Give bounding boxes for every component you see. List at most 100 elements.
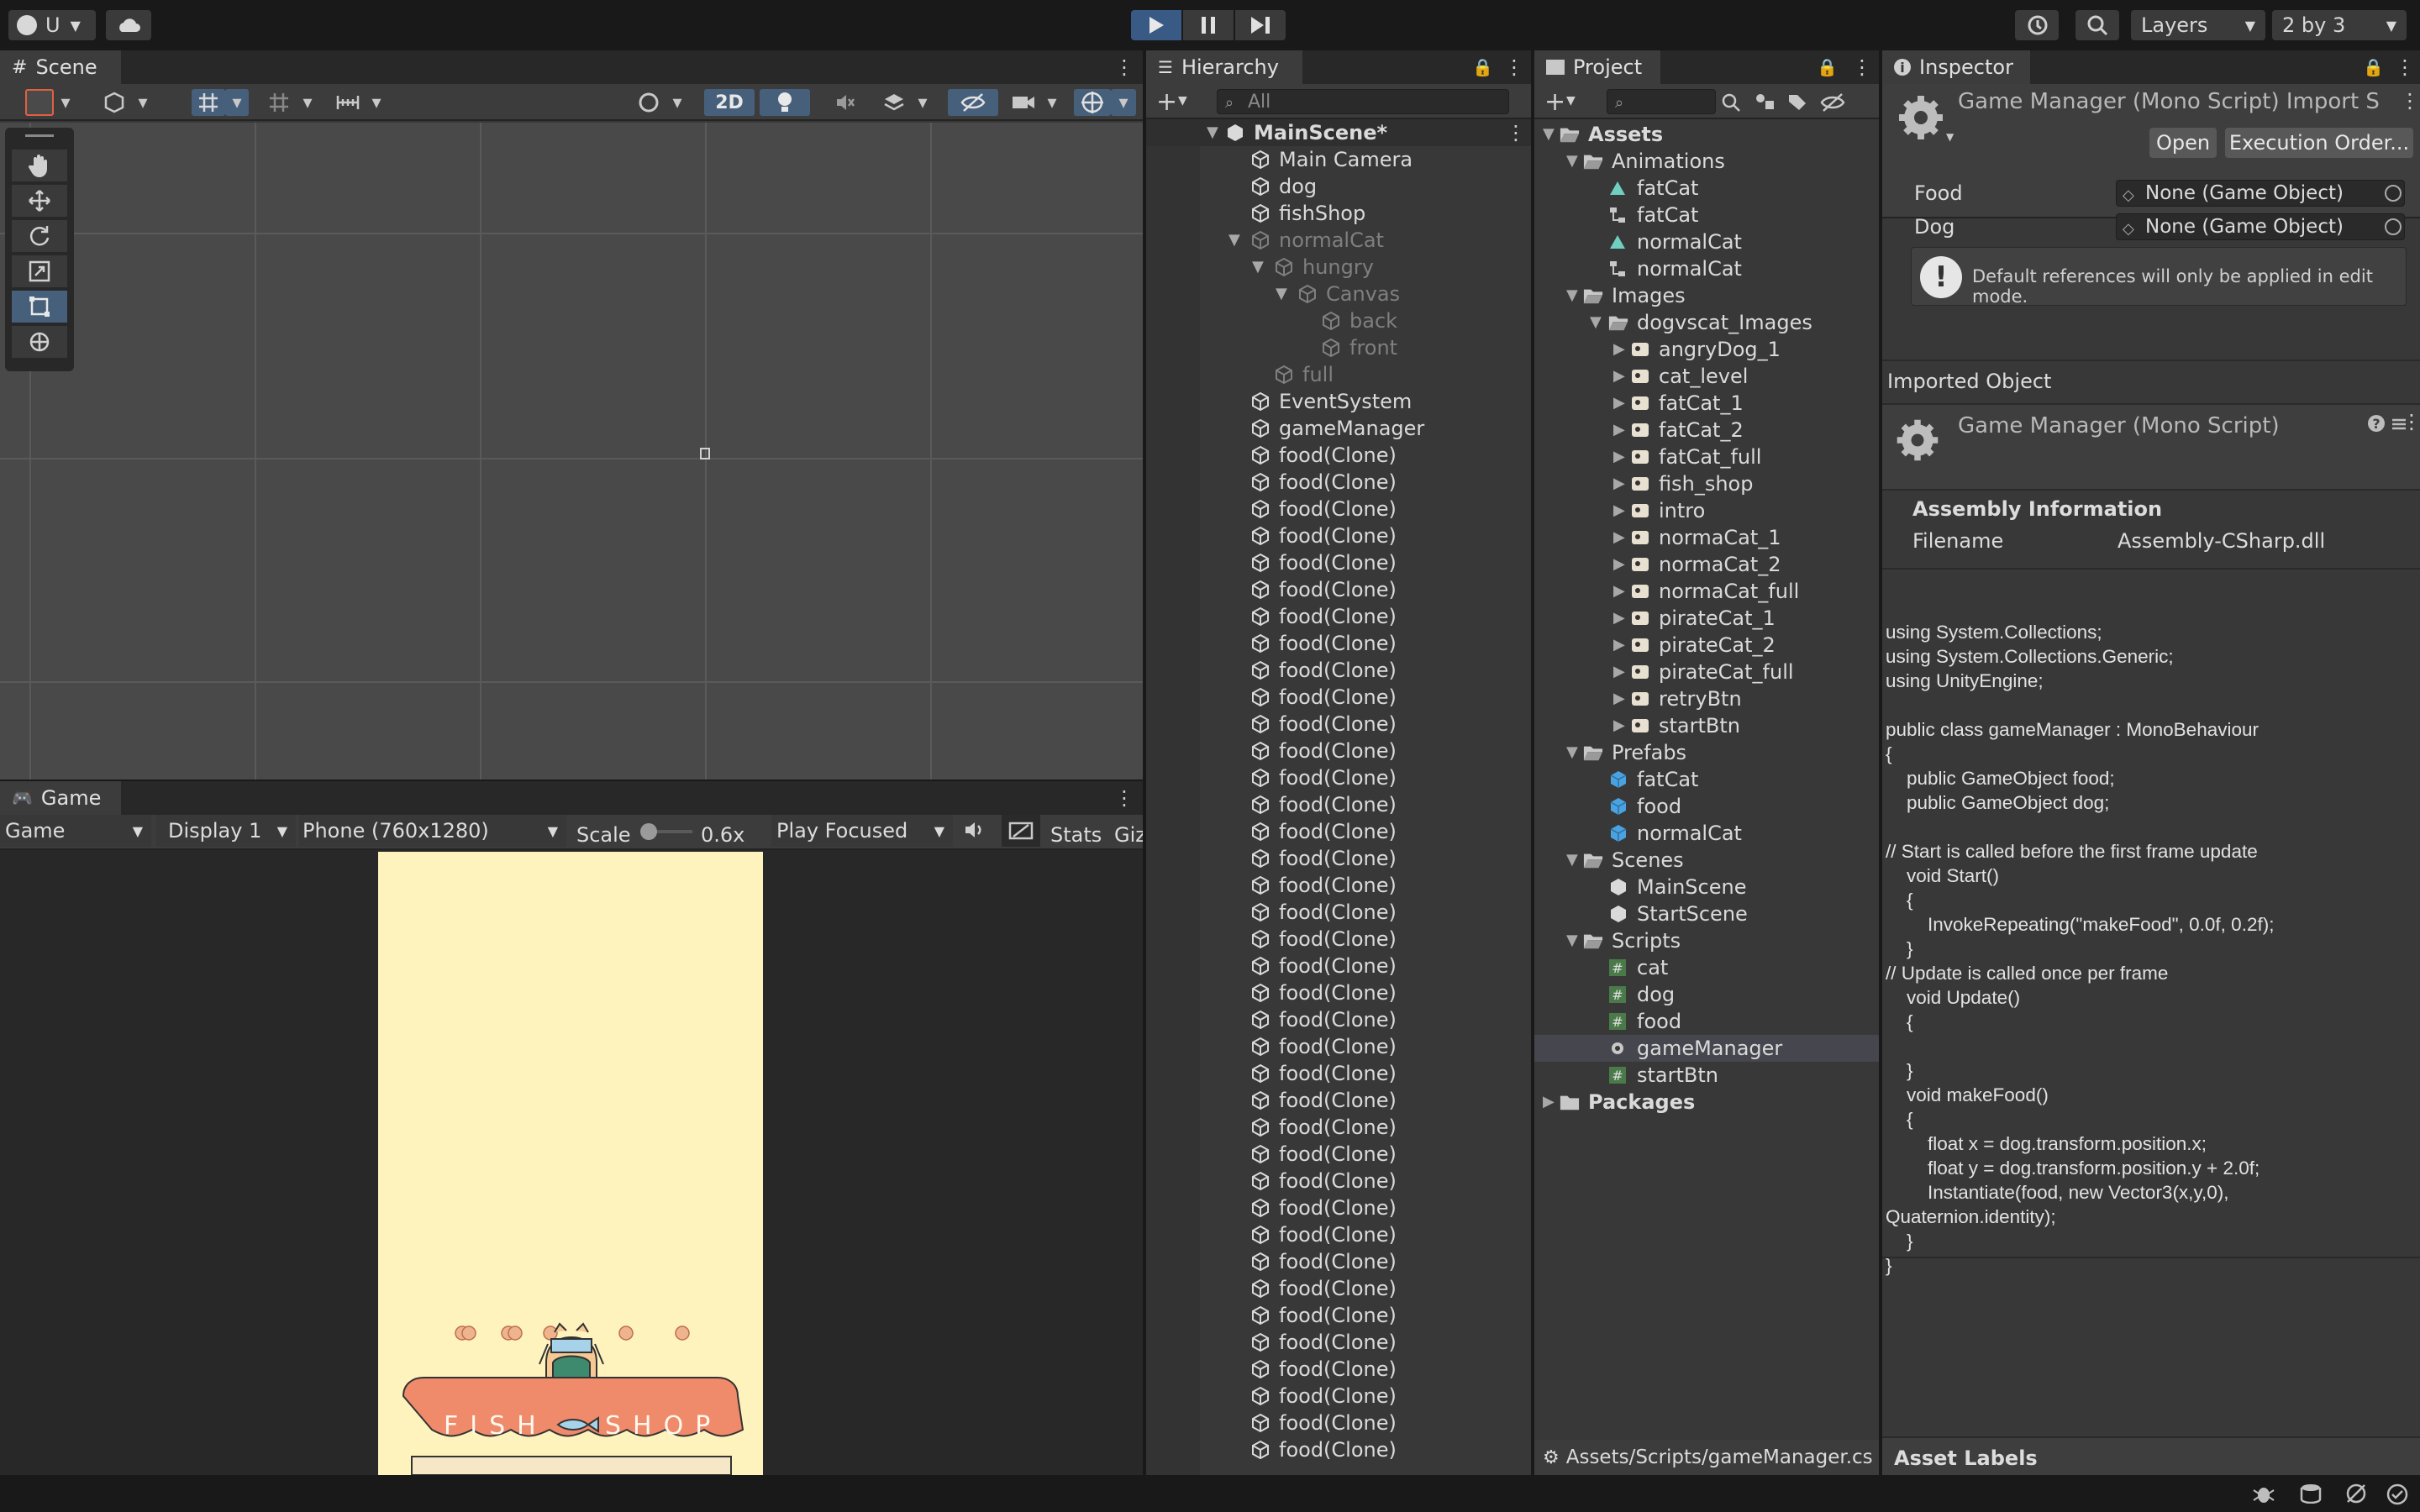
more-icon[interactable]: ⋮ [2402,412,2420,432]
chevron-down-icon[interactable]: ▾ [911,89,934,116]
hierarchy-item[interactable]: fishShop [1146,200,1531,227]
hierarchy-item[interactable]: food(Clone) [1146,764,1531,791]
hand-tool[interactable] [12,150,67,181]
hierarchy-item[interactable]: food(Clone) [1146,1060,1531,1087]
network-off-icon[interactable] [2344,1483,2368,1504]
object-picker-icon[interactable] [2385,218,2402,235]
hierarchy-search[interactable]: All [1217,89,1509,114]
layout-dropdown[interactable]: 2 by 3 ▼ [2272,10,2407,40]
hierarchy-item[interactable]: food(Clone) [1146,711,1531,738]
chevron-right-icon[interactable]: ▶ [1613,503,1627,518]
effects-icon[interactable] [877,89,911,116]
hierarchy-item[interactable]: food(Clone) [1146,1194,1531,1221]
hierarchy-item[interactable]: ▼ hungry [1146,254,1531,281]
tab-hierarchy[interactable]: ☰ Hierarchy [1146,50,1302,84]
more-icon[interactable]: ⋮ [1504,57,1524,77]
audio-mute-icon[interactable] [827,89,864,116]
chevron-right-icon[interactable]: ▶ [1613,718,1627,733]
tab-game[interactable]: 🎮 Game [0,781,121,815]
hierarchy-item[interactable]: food(Clone) [1146,872,1531,899]
bug-icon[interactable] [2252,1483,2275,1504]
step-button[interactable] [1235,10,1286,40]
hierarchy-item[interactable]: Main Camera [1146,146,1531,173]
project-item[interactable]: ▶ fish_shop [1534,470,1879,497]
chevron-down-icon[interactable]: ▼ [1276,286,1289,302]
chevron-right-icon[interactable]: ▶ [1613,449,1627,465]
game-mode-dropdown[interactable]: Game ▼ [0,815,151,847]
project-item[interactable]: normalCat [1534,820,1879,847]
rect-tool[interactable] [12,291,67,323]
tab-scene[interactable]: # Scene [0,50,121,84]
execution-order-button[interactable]: Execution Order... [2225,128,2413,158]
account-dropdown[interactable]: U ▼ [8,10,96,40]
hierarchy-item[interactable]: food(Clone) [1146,1006,1531,1033]
dog-field[interactable]: None (Game Object) [2116,213,2405,240]
project-item[interactable]: ▼ Images [1534,282,1879,309]
project-item[interactable]: ▶ normaCat_1 [1534,524,1879,551]
increment-snap-icon[interactable] [262,89,296,116]
chevron-right-icon[interactable]: ▶ [1613,584,1627,599]
hierarchy-item[interactable]: food(Clone) [1146,899,1531,926]
project-item[interactable]: # food [1534,1008,1879,1035]
hierarchy-item[interactable]: food(Clone) [1146,979,1531,1006]
lock-icon[interactable]: 🔒 [2363,57,2384,77]
hierarchy-item[interactable]: food(Clone) [1146,1275,1531,1302]
food-field[interactable]: None (Game Object) [2116,180,2405,207]
chevron-down-icon[interactable]: ▼ [1228,233,1242,248]
search-by-type-icon[interactable] [1721,92,1746,113]
more-icon[interactable]: ⋮ [1114,788,1134,808]
more-icon[interactable]: ⋮ [1852,57,1872,77]
help-icon[interactable]: ? [2368,415,2385,432]
aspect-icon[interactable] [1002,815,1040,847]
hierarchy-item[interactable]: food(Clone) [1146,1087,1531,1114]
hierarchy-item[interactable]: full [1146,361,1531,388]
project-item[interactable]: ▶ fatCat_2 [1534,417,1879,444]
chevron-right-icon[interactable]: ▶ [1613,691,1627,706]
shading-icon[interactable] [632,89,666,116]
toggle-2d[interactable]: 2D [704,89,755,116]
game-viewport[interactable]: FISH SHOP [378,852,763,1475]
hierarchy-item[interactable]: food(Clone) [1146,1356,1531,1383]
hierarchy-item[interactable]: ▼ Canvas [1146,281,1531,307]
chevron-down-icon[interactable]: ▾ [54,89,77,116]
chevron-down-icon[interactable]: ▾ [296,89,319,116]
hierarchy-item[interactable]: food(Clone) [1146,442,1531,469]
project-item[interactable]: fatCat [1534,175,1879,202]
chevron-down-icon[interactable]: ▾ [1040,89,1064,116]
gizmos-button[interactable]: Giz [1114,823,1143,847]
chevron-down-icon[interactable]: ▼ [1566,94,1576,108]
filter-type-icon[interactable] [1754,92,1780,113]
chevron-right-icon[interactable]: ▶ [1613,342,1627,357]
project-item[interactable]: ▼ Scenes [1534,847,1879,874]
hierarchy-item[interactable]: gameManager [1146,415,1531,442]
chevron-down-icon[interactable]: ▾ [666,89,689,116]
hierarchy-item[interactable]: food(Clone) [1146,1436,1531,1463]
lighting-icon[interactable] [760,89,810,116]
chevron-right-icon[interactable]: ▶ [1613,423,1627,438]
grid-snap-icon[interactable] [192,89,225,116]
project-item[interactable]: ▶ fatCat_1 [1534,390,1879,417]
project-item[interactable]: ▶ intro [1534,497,1879,524]
hierarchy-item[interactable]: front [1146,334,1531,361]
rotate-tool[interactable] [12,220,67,252]
project-item[interactable]: # startBtn [1534,1062,1879,1089]
transform-tool[interactable] [12,326,67,358]
move-tool[interactable] [12,185,67,217]
hierarchy-item[interactable]: food(Clone) [1146,1221,1531,1248]
hierarchy-item[interactable]: food(Clone) [1146,576,1531,603]
hierarchy-item[interactable]: food(Clone) [1146,1383,1531,1410]
chevron-down-icon[interactable]: ▼ [1566,853,1580,868]
project-item[interactable]: ▼ Scripts [1534,927,1879,954]
chevron-right-icon[interactable]: ▶ [1613,611,1627,626]
chevron-right-icon[interactable]: ▶ [1613,664,1627,680]
layers-dropdown[interactable]: Layers ▼ [2131,10,2265,40]
stats-button[interactable]: Stats [1050,823,1102,847]
chevron-down-icon[interactable]: ▼ [1252,260,1265,275]
more-icon[interactable]: ⋮ [1114,57,1134,77]
chevron-right-icon[interactable]: ▶ [1613,369,1627,384]
hierarchy-item[interactable]: food(Clone) [1146,791,1531,818]
hierarchy-item[interactable]: food(Clone) [1146,522,1531,549]
lock-icon[interactable]: 🔒 [1817,57,1838,77]
chevron-down-icon[interactable]: ▾ [131,89,155,116]
hierarchy-item[interactable]: food(Clone) [1146,496,1531,522]
